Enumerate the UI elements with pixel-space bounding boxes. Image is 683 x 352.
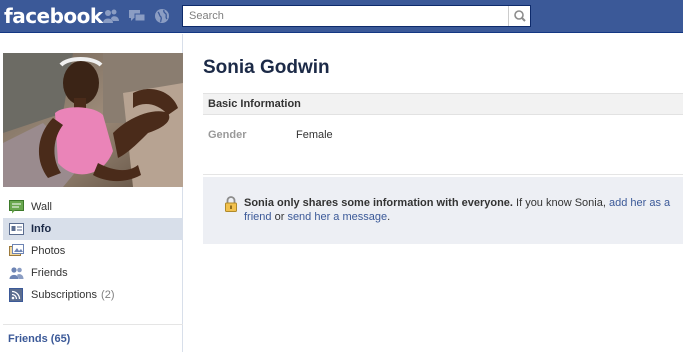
privacy-notice-bold: Sonia only shares some information with … — [244, 197, 513, 209]
gender-value: Female — [296, 129, 333, 141]
nav-label-subscriptions-text: Subscriptions — [31, 289, 98, 301]
notifications-icon[interactable] — [153, 8, 171, 24]
left-divider — [3, 324, 183, 325]
profile-name[interactable]: Sonia Godwin — [203, 57, 330, 79]
send-message-link[interactable]: send her a message — [287, 211, 387, 223]
lock-icon — [225, 196, 237, 212]
top-bar: facebook — [0, 0, 683, 33]
left-column: Wall Info Photos Friends Subscriptions (… — [0, 34, 183, 352]
privacy-notice-text-1: If you know Sonia, — [512, 197, 609, 209]
nav-label-subscriptions: Subscriptions (2) — [31, 289, 115, 301]
nav-item-wall[interactable]: Wall — [3, 196, 183, 218]
privacy-notice-text: Sonia only shares some information with … — [244, 196, 676, 224]
search-box — [182, 5, 531, 27]
nav-label-friends: Friends — [31, 267, 68, 279]
messages-icon[interactable] — [128, 8, 146, 24]
nav-label-wall: Wall — [31, 201, 52, 213]
profile-picture[interactable] — [3, 53, 183, 187]
nav-item-info[interactable]: Info — [3, 218, 183, 240]
friends-icon — [9, 267, 24, 279]
search-input[interactable] — [183, 6, 508, 26]
privacy-notice-text-2: or — [271, 211, 288, 223]
nav-item-friends[interactable]: Friends — [3, 262, 183, 284]
nav-item-subscriptions[interactable]: Subscriptions (2) — [3, 284, 183, 306]
nav-item-photos[interactable]: Photos — [3, 240, 183, 262]
profile-nav: Wall Info Photos Friends Subscriptions (… — [3, 196, 183, 306]
nav-label-info: Info — [31, 223, 52, 235]
search-button[interactable] — [508, 6, 530, 26]
search-icon — [514, 10, 526, 22]
basic-information-header: Basic Information — [203, 93, 683, 115]
facebook-logo[interactable]: facebook — [4, 4, 103, 28]
gender-label: Gender — [208, 129, 247, 141]
friend-requests-icon[interactable] — [102, 8, 120, 24]
privacy-notice-text-3: . — [387, 211, 391, 223]
friends-count-link[interactable]: Friends (65) — [8, 333, 70, 345]
subscriptions-count: (2) — [101, 289, 115, 301]
profile-photo-image — [3, 53, 183, 187]
privacy-notice: Sonia only shares some information with … — [203, 177, 683, 244]
wall-icon — [9, 200, 24, 214]
nav-label-photos: Photos — [31, 245, 66, 257]
subscriptions-icon — [9, 288, 23, 302]
info-icon — [9, 223, 24, 235]
photos-icon — [9, 244, 24, 256]
section-separator — [203, 174, 683, 175]
